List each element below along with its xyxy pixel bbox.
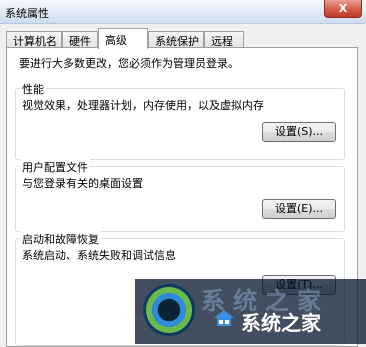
title-bar: 系统属性 X [0, 0, 366, 24]
tab-computer-name[interactable]: 计算机名 [6, 31, 62, 48]
user-profiles-group-title: 用户配置文件 [20, 159, 90, 175]
user-profiles-settings-button[interactable]: 设置(E)... [262, 199, 336, 219]
performance-group: 性能 视觉效果，处理器计划，内存使用，以及虚拟内存 设置(S)... [15, 81, 345, 160]
performance-group-title: 性能 [20, 81, 46, 97]
tab-remote[interactable]: 远程 [204, 31, 244, 48]
site-watermark: 系统之家 系统之家 [135, 279, 366, 344]
performance-description: 视觉效果，处理器计划，内存使用，以及虚拟内存 [22, 99, 264, 112]
tab-system-protection[interactable]: 系统保护 [148, 31, 204, 48]
startup-recovery-group-title: 启动和故障恢复 [20, 231, 101, 247]
tab-advanced[interactable]: 高级 [98, 28, 148, 49]
startup-recovery-description: 系统启动、系统失败和调试信息 [22, 249, 176, 262]
window-title: 系统属性 [5, 7, 49, 20]
watermark-logo-icon [143, 284, 195, 336]
tab-hardware[interactable]: 硬件 [62, 31, 98, 48]
watermark-text: 系统之家 [241, 311, 321, 335]
user-profiles-description: 与您登录有关的桌面设置 [22, 177, 143, 190]
user-profiles-group: 用户配置文件 与您登录有关的桌面设置 设置(E)... [15, 159, 345, 232]
house-icon [214, 310, 234, 326]
close-button[interactable]: X [324, 0, 362, 18]
performance-settings-button[interactable]: 设置(S)... [262, 122, 336, 142]
admin-notice: 要进行大多数更改，您必须作为管理员登录。 [19, 57, 239, 70]
